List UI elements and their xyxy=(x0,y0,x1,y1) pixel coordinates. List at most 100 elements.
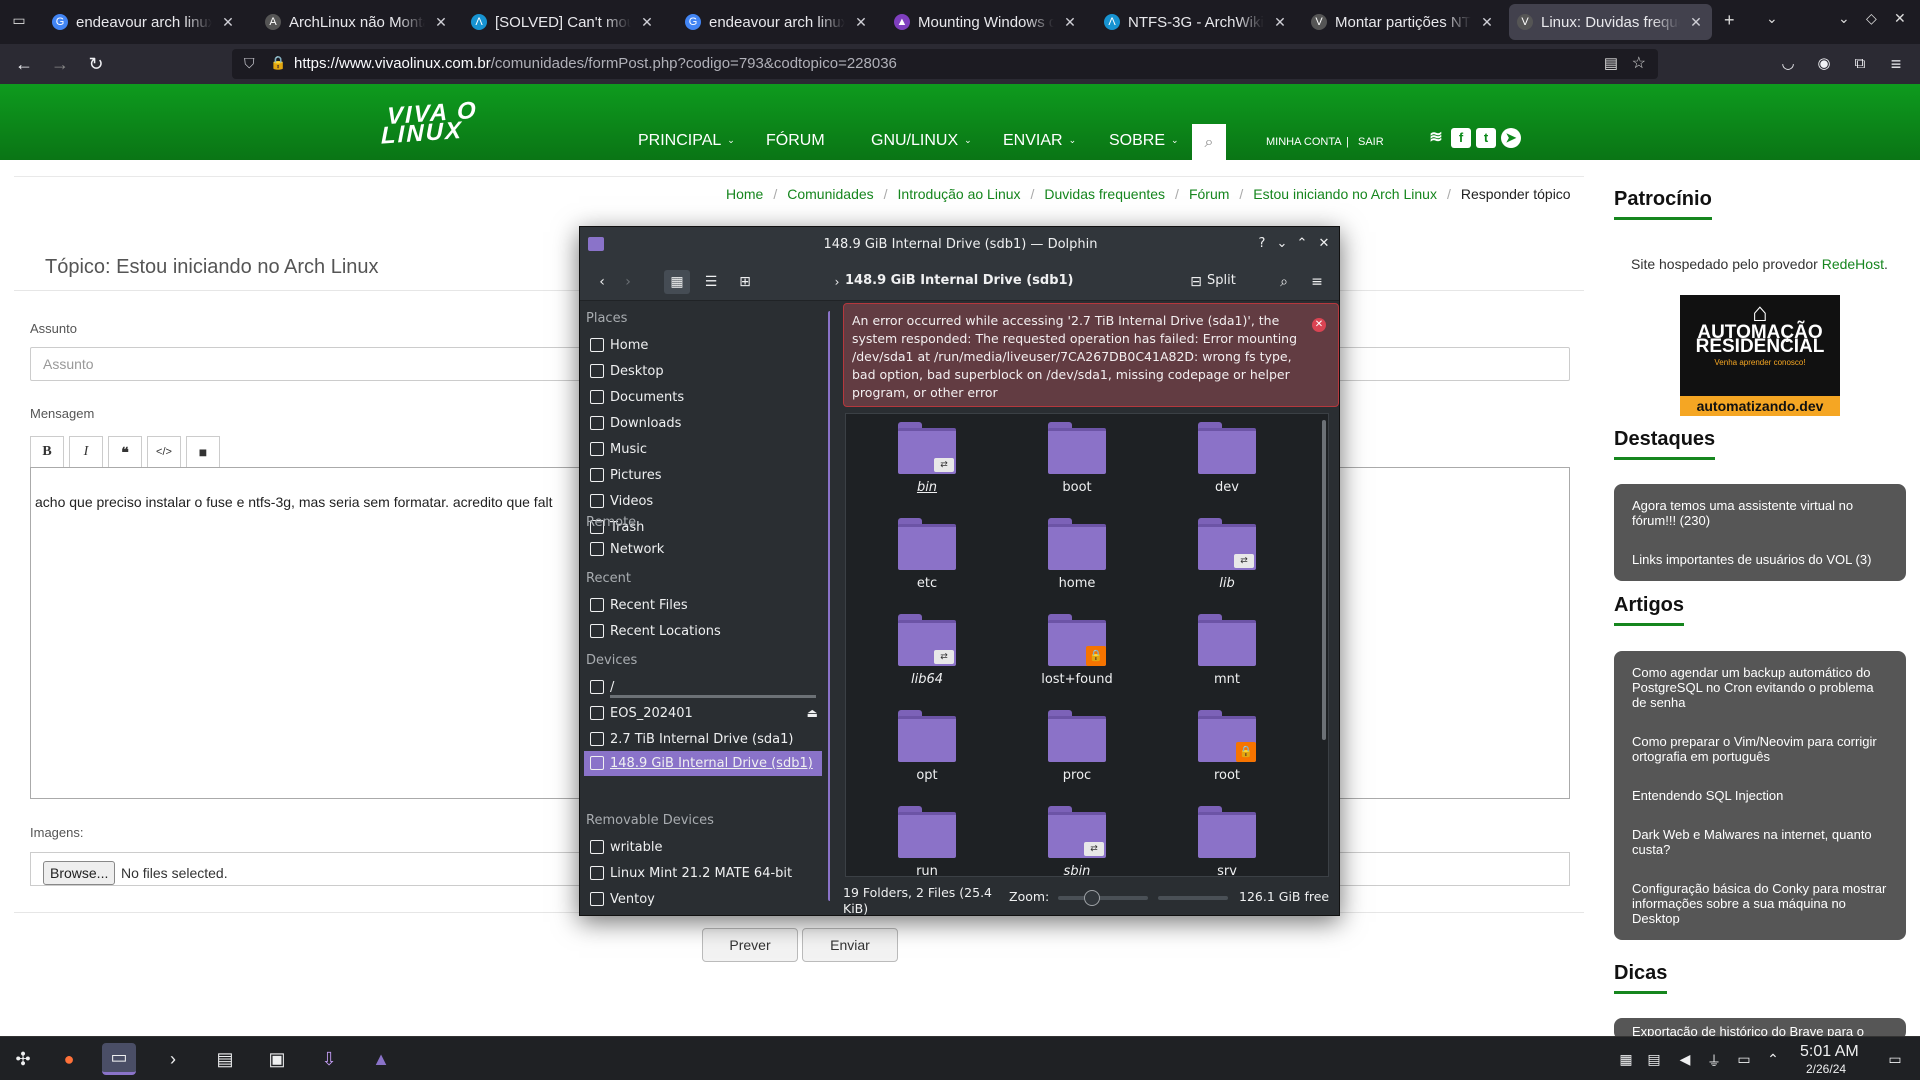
sponsor-banner[interactable]: ⌂ AUTOMAÇÃO RESIDENCIAL Venha aprender c… xyxy=(1680,295,1840,416)
system-monitor-task-icon[interactable]: ▤ xyxy=(208,1043,242,1075)
breadcrumb-link[interactable]: Introdução ao Linux xyxy=(898,186,1021,202)
dolphin-titlebar[interactable]: 148.9 GiB Internal Drive (sdb1) — Dolphi… xyxy=(580,227,1339,261)
minimize-window-icon[interactable]: ⌄ xyxy=(1838,10,1850,27)
volume-tray-icon[interactable]: ◀ xyxy=(1676,1051,1694,1069)
pocket-icon[interactable]: ◡ xyxy=(1776,52,1800,76)
places-item[interactable]: Recent Files xyxy=(584,593,822,618)
places-item[interactable]: Music xyxy=(584,437,822,462)
split-button[interactable]: Split xyxy=(1207,273,1236,288)
screenshot-task-icon[interactable]: ▣ xyxy=(260,1043,294,1075)
breadcrumb-link[interactable]: Estou iniciando no Arch Linux xyxy=(1253,186,1437,202)
installer-task-icon[interactable]: ⇩ xyxy=(312,1043,346,1075)
tab-close-icon[interactable]: ✕ xyxy=(220,14,236,31)
article-item[interactable]: Como agendar um backup automático do Pos… xyxy=(1614,659,1906,716)
close-window-icon[interactable]: ✕ xyxy=(1894,10,1906,27)
quote-button[interactable]: ❝ xyxy=(108,436,142,468)
folder-item[interactable]: ⇄ sbin xyxy=(1002,806,1152,876)
network-tray-icon[interactable]: ▭ xyxy=(1735,1051,1753,1069)
zoom-slider-handle[interactable] xyxy=(1084,890,1100,906)
file-view-scrollbar[interactable] xyxy=(1322,420,1326,740)
facebook-icon[interactable]: f xyxy=(1451,128,1471,148)
minimize-icon[interactable]: ⌄ xyxy=(1273,235,1291,253)
places-item[interactable]: Videos xyxy=(584,489,822,514)
tab-close-icon[interactable]: ✕ xyxy=(1272,14,1288,31)
show-desktop-icon[interactable]: ▭ xyxy=(1886,1051,1904,1069)
menu-enviar[interactable]: ENVIAR ⌄ xyxy=(1003,132,1076,150)
folder-item[interactable]: home xyxy=(1002,518,1152,591)
article-item[interactable]: Configuração básica do Conky para mostra… xyxy=(1614,875,1906,932)
application-launcher-icon[interactable]: ✣ xyxy=(6,1043,40,1075)
site-search-icon[interactable]: ⌕ xyxy=(1192,124,1226,162)
folder-item[interactable]: run xyxy=(852,806,1002,876)
folder-item[interactable]: dev xyxy=(1152,422,1302,495)
folder-item[interactable]: proc xyxy=(1002,710,1152,783)
menu-sobre[interactable]: SOBRE ⌄ xyxy=(1109,132,1179,150)
browser-tab[interactable]: Λ NTFS-3G - ArchWiki ✕ xyxy=(1096,4,1296,40)
tab-close-icon[interactable]: ✕ xyxy=(639,14,655,31)
video-button[interactable]: ■ xyxy=(186,436,220,468)
code-button[interactable]: </> xyxy=(147,436,181,468)
tracking-shield-icon[interactable]: ⛉ xyxy=(244,55,255,72)
konsole-task-icon[interactable]: › xyxy=(156,1043,190,1075)
tab-list-icon[interactable]: ▭ xyxy=(8,12,30,32)
places-item[interactable]: EOS_202401 ⏏ xyxy=(584,701,822,726)
tab-close-icon[interactable]: ✕ xyxy=(1479,14,1495,31)
highlight-item[interactable]: Agora temos uma assistente virtual no fó… xyxy=(1614,492,1906,534)
italic-button[interactable]: I xyxy=(69,436,103,468)
breadcrumb-link[interactable]: Fórum xyxy=(1189,186,1229,202)
extensions-icon[interactable]: ⧉ xyxy=(1848,52,1872,76)
reader-view-icon[interactable]: ▤ xyxy=(1604,54,1618,72)
places-item[interactable]: Linux Mint 21.2 MATE 64-bit xyxy=(584,861,822,886)
folder-item[interactable]: boot xyxy=(1002,422,1152,495)
places-item[interactable]: 2.7 TiB Internal Drive (sda1) xyxy=(584,727,822,752)
tab-close-icon[interactable]: ✕ xyxy=(853,14,869,31)
places-scrollbar[interactable] xyxy=(828,311,830,901)
tab-close-icon[interactable]: ✕ xyxy=(1062,14,1078,31)
tray-expand-chevron-icon[interactable]: ⌃ xyxy=(1764,1051,1782,1069)
preview-button[interactable]: Prever xyxy=(702,928,798,962)
help-icon[interactable]: ? xyxy=(1253,235,1271,253)
usb-tray-icon[interactable]: ⏚ xyxy=(1705,1051,1723,1069)
article-item[interactable]: Dark Web e Malwares na internet, quanto … xyxy=(1614,821,1906,863)
reload-icon[interactable]: ↻ xyxy=(84,52,108,76)
my-account-link[interactable]: MINHA CONTA | xyxy=(1266,136,1349,148)
menu-gnulinux[interactable]: GNU/LINUX ⌄ xyxy=(871,132,972,150)
folder-item[interactable]: etc xyxy=(852,518,1002,591)
new-tab-button[interactable]: + xyxy=(1724,10,1735,31)
folder-item[interactable]: ⇄ lib64 xyxy=(852,614,1002,687)
places-item[interactable]: Home xyxy=(584,333,822,358)
maximize-icon[interactable]: ⌃ xyxy=(1293,235,1311,253)
compact-view-icon[interactable]: ⊞ xyxy=(732,270,758,294)
folder-item[interactable]: ⇄ lib xyxy=(1152,518,1302,591)
back-arrow-icon[interactable]: ← xyxy=(12,52,36,76)
search-icon[interactable]: ⌕ xyxy=(1271,270,1297,294)
browse-button[interactable]: Browse... xyxy=(43,861,116,885)
places-item[interactable]: / xyxy=(584,675,822,700)
details-view-icon[interactable]: ☰ xyxy=(698,270,724,294)
close-icon[interactable]: ✕ xyxy=(1315,235,1333,253)
forward-arrow-icon[interactable]: → xyxy=(48,52,72,76)
browser-tab[interactable]: V Linux: Duvidas frequentes ✕ xyxy=(1509,4,1712,40)
telegram-icon[interactable]: ➤ xyxy=(1501,128,1521,148)
location-breadcrumb[interactable]: 148.9 GiB Internal Drive (sdb1) xyxy=(845,273,1074,288)
split-view-icon[interactable]: ⊟ xyxy=(1183,270,1209,294)
article-item[interactable]: Entendendo SQL Injection xyxy=(1614,782,1906,809)
firefox-task-icon[interactable]: ● xyxy=(52,1043,86,1075)
places-item[interactable]: Network xyxy=(584,537,822,562)
site-logo[interactable]: VIVA O LINUX xyxy=(381,97,478,150)
browser-tab[interactable]: Gendeavour arch linux erro ✕ xyxy=(44,4,244,40)
browser-tab[interactable]: Λ [SOLVED] Can't mount NTFS ✕ xyxy=(463,4,663,40)
clipboard-tray-icon[interactable]: ▦ xyxy=(1617,1051,1635,1069)
redehost-link[interactable]: RedeHost xyxy=(1822,256,1884,272)
tab-close-icon[interactable]: ✕ xyxy=(433,14,449,31)
clock-date[interactable]: 2/26/24 xyxy=(1806,1062,1846,1076)
bookmark-star-icon[interactable]: ☆ xyxy=(1632,53,1646,73)
highlight-item[interactable]: Links importantes de usuários do VOL (3) xyxy=(1614,546,1906,573)
folder-item[interactable]: 🔒 root xyxy=(1152,710,1302,783)
folder-item[interactable]: ⇄ bin xyxy=(852,422,1002,495)
app-menu-icon[interactable]: ≡ xyxy=(1884,52,1908,76)
browser-tab[interactable]: Gendeavour arch linux partição ✕ xyxy=(677,4,877,40)
places-item[interactable]: Desktop xyxy=(584,359,822,384)
tab-close-icon[interactable]: ✕ xyxy=(1688,14,1704,31)
browser-tab[interactable]: V Montar partições NTFS no ✕ xyxy=(1303,4,1503,40)
